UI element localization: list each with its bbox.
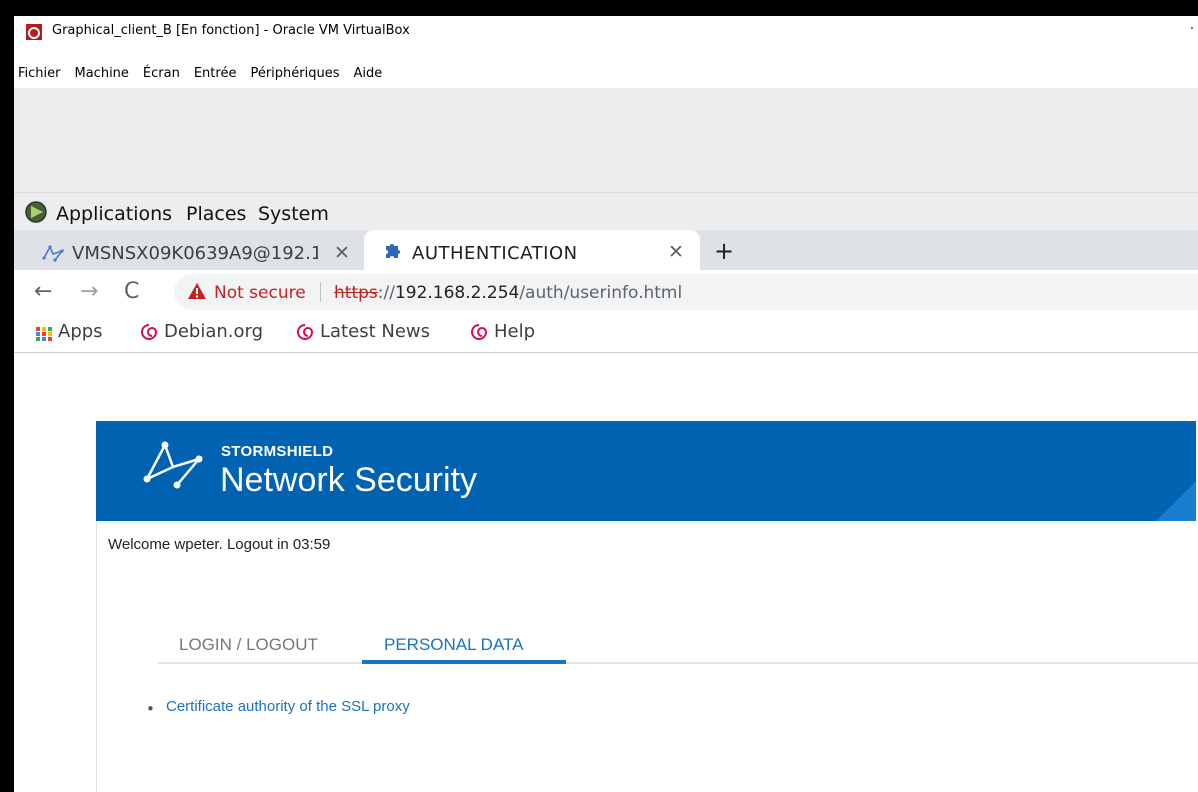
forward-arrow-icon[interactable]: → bbox=[80, 279, 98, 304]
browser-tab-strip: VMSNSX09K0639A9@192.168.2.254 ✕ AUTHENTI… bbox=[14, 230, 1198, 270]
welcome-message: Welcome wpeter. Logout in 03:59 bbox=[108, 536, 331, 553]
reload-icon[interactable]: C bbox=[124, 279, 139, 304]
back-arrow-icon[interactable]: ← bbox=[34, 279, 52, 304]
separator bbox=[320, 282, 321, 302]
puzzle-icon bbox=[386, 244, 400, 258]
gnome-top-panel: Applications Places System bbox=[14, 192, 1198, 231]
security-status[interactable]: Not secure bbox=[214, 283, 306, 303]
bookmark-help[interactable]: Help bbox=[494, 321, 535, 342]
vbox-menu-bar: Fichier Machine Écran Entrée Périphériques Ai… bbox=[14, 62, 1198, 88]
url-host: 192.168.2.254 bbox=[394, 283, 520, 303]
ssl-proxy-ca-link[interactable]: Certificate authority of the SSL proxy bbox=[166, 698, 410, 715]
vbox-title-bar: Graphical_client_B [En fonction] - Oracl… bbox=[14, 16, 1198, 62]
url-scheme: https bbox=[334, 283, 378, 303]
url-text[interactable]: https://192.168.2.254/auth/userinfo.html bbox=[334, 283, 682, 303]
gnome-system[interactable]: System bbox=[258, 203, 329, 225]
warning-triangle-icon[interactable] bbox=[187, 282, 207, 300]
tab-vmsnsx[interactable]: VMSNSX09K0639A9@192.168.2.254 ✕ bbox=[28, 236, 364, 270]
bookmarks-bar: Apps Debian.org Latest News Help bbox=[14, 314, 1198, 353]
bookmark-latest-news[interactable]: Latest News bbox=[320, 321, 430, 342]
brand-name: STORMSHIELD bbox=[221, 443, 334, 460]
stormshield-header: STORMSHIELD Network Security bbox=[96, 421, 1196, 521]
applications-menu-icon[interactable] bbox=[24, 201, 48, 223]
product-name: Network Security bbox=[220, 461, 477, 499]
gnome-places[interactable]: Places bbox=[186, 203, 246, 225]
menu-aide[interactable]: Aide bbox=[347, 62, 390, 81]
window-title: Graphical_client_B [En fonction] - Oracl… bbox=[52, 23, 410, 38]
tab-personal-data[interactable]: PERSONAL DATA bbox=[384, 635, 524, 655]
virtualbox-icon bbox=[26, 24, 42, 40]
active-tab-indicator bbox=[362, 660, 566, 664]
menu-entree[interactable]: Entrée bbox=[187, 62, 244, 81]
browser-toolbar: ← → C Not secure https://192.168.2.254/a… bbox=[14, 270, 1198, 314]
stormshield-icon bbox=[42, 245, 64, 262]
close-icon[interactable]: ✕ bbox=[668, 241, 684, 263]
virtualbox-window: Graphical_client_B [En fonction] - Oracl… bbox=[14, 16, 1198, 792]
new-tab-plus-icon[interactable]: + bbox=[714, 237, 734, 265]
tabs-baseline bbox=[158, 662, 1198, 664]
list-bullet: • bbox=[146, 700, 155, 718]
tab-label: AUTHENTICATION bbox=[412, 243, 578, 264]
gnome-applications[interactable]: Applications bbox=[56, 203, 172, 225]
menu-ecran[interactable]: Écran bbox=[136, 62, 187, 81]
header-decoration bbox=[1156, 461, 1196, 521]
vm-display-area bbox=[14, 88, 1198, 192]
menu-machine[interactable]: Machine bbox=[68, 62, 136, 81]
tab-login-logout[interactable]: LOGIN / LOGOUT bbox=[179, 635, 318, 655]
menu-peripheriques[interactable]: Périphériques bbox=[243, 62, 346, 81]
stormshield-logo-icon bbox=[143, 441, 203, 489]
apps-grid-icon[interactable] bbox=[36, 327, 52, 341]
window-controls-edge: · bbox=[1189, 22, 1194, 37]
tab-label: VMSNSX09K0639A9@192.168.2.254 bbox=[72, 243, 318, 264]
menu-fichier[interactable]: Fichier bbox=[14, 62, 68, 81]
bookmark-debian[interactable]: Debian.org bbox=[164, 321, 263, 342]
debian-swirl-icon bbox=[471, 324, 488, 340]
debian-swirl-icon bbox=[141, 324, 158, 340]
bookmark-apps[interactable]: Apps bbox=[58, 321, 103, 342]
tab-authentication[interactable]: AUTHENTICATION ✕ bbox=[364, 230, 700, 270]
address-bar[interactable]: Not secure https://192.168.2.254/auth/us… bbox=[174, 274, 1198, 310]
url-path: /auth/userinfo.html bbox=[519, 283, 683, 303]
web-page: STORMSHIELD Network Security Welcome wpe… bbox=[14, 353, 1198, 792]
debian-swirl-icon bbox=[297, 324, 314, 340]
close-icon[interactable]: ✕ bbox=[334, 242, 350, 264]
content-left-border bbox=[96, 521, 97, 792]
